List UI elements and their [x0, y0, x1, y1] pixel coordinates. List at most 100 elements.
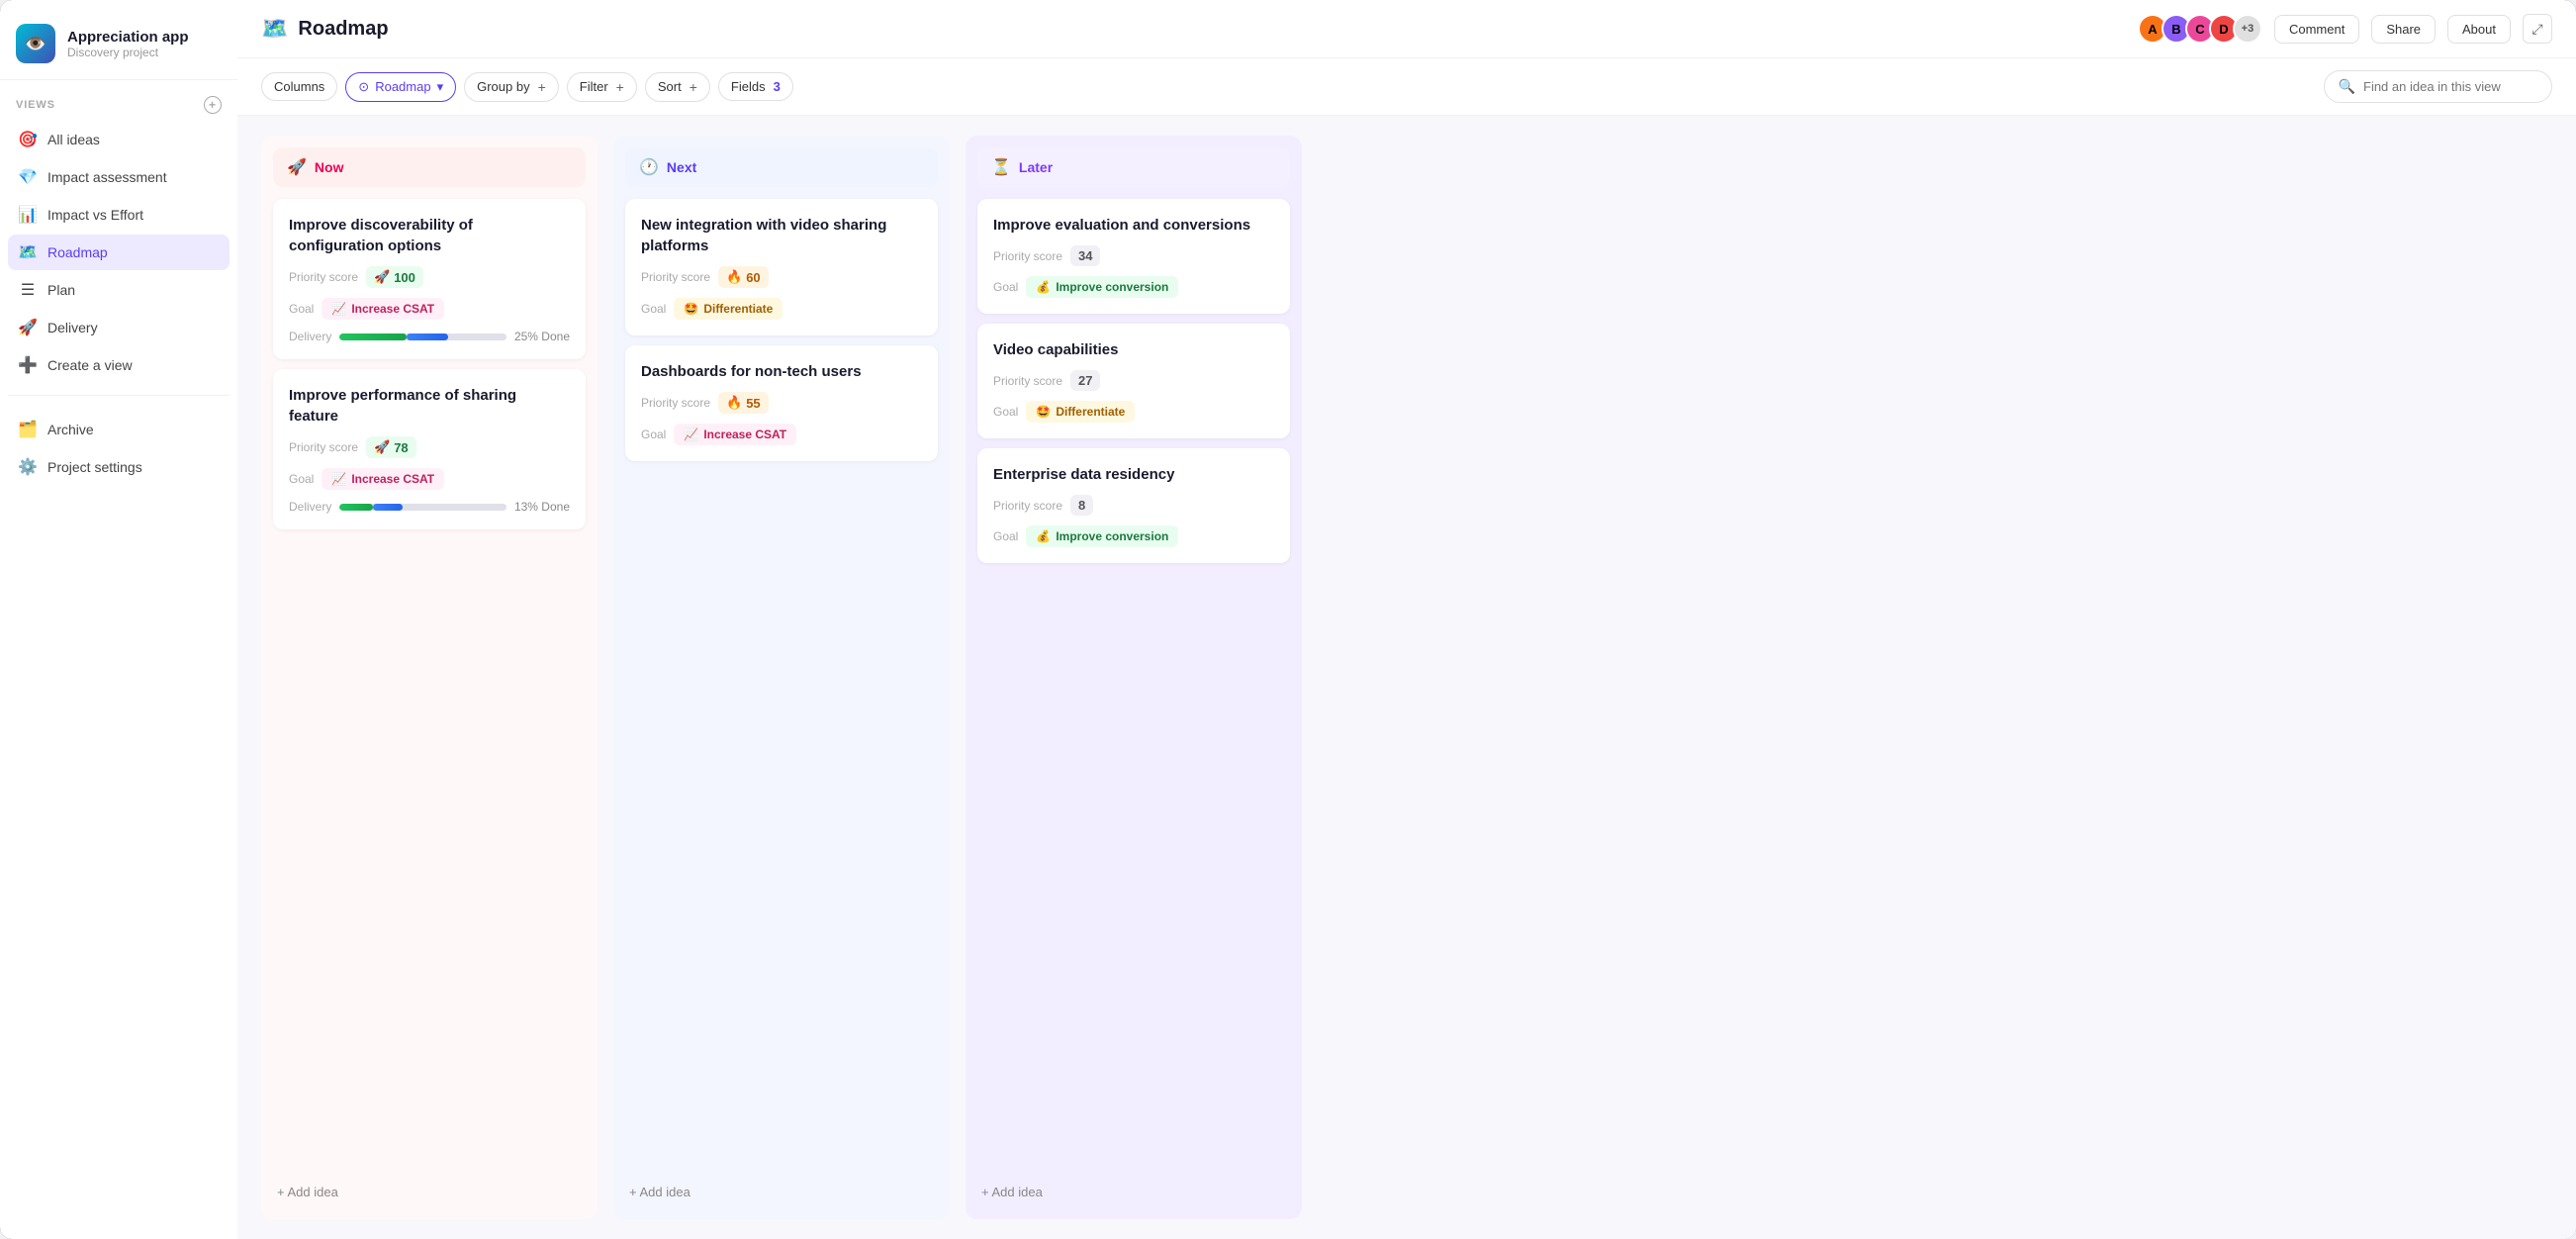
delivery-green-fill [339, 504, 373, 511]
goal-badge: 📈 Increase CSAT [322, 298, 444, 320]
sidebar-item-label: Roadmap [47, 244, 108, 260]
card-title: Dashboards for non-tech users [641, 361, 922, 382]
sort-button[interactable]: Sort + [645, 72, 710, 102]
goal-icon: 🤩 [684, 302, 698, 316]
priority-badge: 🔥 55 [718, 392, 769, 414]
columns-button[interactable]: Columns [261, 72, 337, 101]
sidebar-item-label: Create a view [47, 357, 133, 373]
card-goal-row: Goal 📈 Increase CSAT [289, 468, 570, 490]
card-title: Improve discoverability of configuration… [289, 215, 570, 256]
card-priority-row: Priority score 8 [993, 495, 1274, 516]
delivery-bar [339, 504, 506, 511]
card-evaluation[interactable]: Improve evaluation and conversions Prior… [977, 199, 1290, 314]
card-title: Improve performance of sharing feature [289, 385, 570, 427]
card-enterprise-data[interactable]: Enterprise data residency Priority score… [977, 448, 1290, 563]
add-idea-now[interactable]: + Add idea [273, 1177, 586, 1207]
column-header-later: ⏳ Later [977, 147, 1290, 187]
groupby-label: Group by [477, 79, 529, 94]
card-priority-row: Priority score 🔥 60 [641, 266, 922, 288]
search-input[interactable] [2363, 79, 2537, 94]
priority-badge: 🔥 60 [718, 266, 769, 288]
roadmap-tab-icon: ⊙ [358, 79, 369, 95]
comment-button[interactable]: Comment [2274, 15, 2359, 44]
priority-badge: 🚀 100 [366, 266, 423, 288]
plan-icon: ☰ [18, 280, 38, 300]
goal-text: Differentiate [1056, 405, 1125, 419]
next-cards-list: New integration with video sharing platf… [625, 199, 938, 1165]
roadmap-tab[interactable]: ⊙ Roadmap ▾ [345, 72, 456, 102]
goal-icon: 💰 [1036, 529, 1051, 543]
filter-plus-icon: + [616, 79, 624, 95]
priority-value: 27 [1078, 373, 1092, 388]
main-content: 🗺️ Roadmap A B C D +3 Comment Share Abou… [237, 0, 2576, 1239]
card-dashboards[interactable]: Dashboards for non-tech users Priority s… [625, 345, 938, 461]
filter-label: Filter [580, 79, 608, 94]
sidebar-item-impact-assessment[interactable]: 💎 Impact assessment [8, 159, 230, 195]
sidebar-item-create-view[interactable]: ➕ Create a view [8, 347, 230, 383]
about-button[interactable]: About [2447, 15, 2511, 44]
delivery-row: Delivery 25% Done [289, 330, 570, 343]
priority-value: 60 [746, 270, 760, 285]
delivery-icon: 🚀 [18, 318, 38, 337]
sidebar: 👁️ Appreciation app Discovery project VI… [0, 0, 237, 1239]
card-goal-row: Goal 💰 Improve conversion [993, 525, 1274, 547]
toolbar: Columns ⊙ Roadmap ▾ Group by + Filter + … [237, 58, 2576, 116]
card-video-capabilities[interactable]: Video capabilities Priority score 27 Goa… [977, 324, 1290, 438]
views-label: VIEWS + [0, 80, 237, 122]
expand-button[interactable]: ⤢ [2523, 14, 2552, 44]
sidebar-item-all-ideas[interactable]: 🎯 All ideas [8, 122, 230, 157]
card-goal-row: Goal 📈 Increase CSAT [289, 298, 570, 320]
priority-icon: 🔥 [726, 395, 742, 411]
priority-label: Priority score [993, 499, 1062, 513]
sidebar-item-delivery[interactable]: 🚀 Delivery [8, 310, 230, 345]
sidebar-item-roadmap[interactable]: 🗺️ Roadmap [8, 235, 230, 270]
groupby-button[interactable]: Group by + [464, 72, 559, 102]
topbar: 🗺️ Roadmap A B C D +3 Comment Share Abou… [237, 0, 2576, 58]
fields-button[interactable]: Fields 3 [718, 72, 793, 101]
card-priority-row: Priority score 27 [993, 370, 1274, 391]
card-priority-row: Priority score 🚀 100 [289, 266, 570, 288]
sidebar-item-label: Plan [47, 282, 75, 298]
priority-value: 8 [1078, 498, 1085, 513]
priority-badge: 34 [1070, 245, 1100, 266]
archive-icon: 🗂️ [18, 420, 38, 439]
card-goal-row: Goal 📈 Increase CSAT [641, 424, 922, 445]
topbar-right: A B C D +3 Comment Share About ⤢ [2138, 14, 2552, 44]
sidebar-bottom: 🗂️ Archive ⚙️ Project settings [0, 412, 237, 485]
add-idea-later[interactable]: + Add idea [977, 1177, 1290, 1207]
delivery-label: Delivery [289, 500, 331, 514]
priority-label: Priority score [641, 270, 710, 284]
card-video-integration[interactable]: New integration with video sharing platf… [625, 199, 938, 335]
avatar-extra-count: +3 [2233, 14, 2262, 44]
column-later: ⏳ Later Improve evaluation and conversio… [966, 136, 1302, 1219]
goal-badge: 💰 Improve conversion [1026, 525, 1178, 547]
goal-label: Goal [289, 302, 314, 316]
priority-icon: 🚀 [374, 269, 390, 285]
priority-value: 78 [394, 440, 408, 455]
card-title: New integration with video sharing platf… [641, 215, 922, 256]
add-view-button[interactable]: + [204, 96, 222, 114]
delivery-green-fill [339, 334, 406, 340]
app-logo: 👁️ [16, 24, 55, 63]
share-button[interactable]: Share [2371, 15, 2436, 44]
topbar-left: 🗺️ Roadmap [261, 16, 389, 42]
sidebar-item-plan[interactable]: ☰ Plan [8, 272, 230, 308]
groupby-plus-icon: + [538, 79, 546, 95]
now-icon: 🚀 [287, 157, 307, 177]
add-idea-next[interactable]: + Add idea [625, 1177, 938, 1207]
column-label-later: Later [1019, 159, 1053, 175]
filter-button[interactable]: Filter + [567, 72, 637, 102]
goal-label: Goal [993, 280, 1018, 294]
sidebar-item-project-settings[interactable]: ⚙️ Project settings [8, 449, 230, 485]
sidebar-item-archive[interactable]: 🗂️ Archive [8, 412, 230, 447]
card-discoverability[interactable]: Improve discoverability of configuration… [273, 199, 586, 359]
goal-text: Increase CSAT [703, 428, 786, 441]
priority-value: 34 [1078, 248, 1092, 263]
priority-label: Priority score [993, 374, 1062, 388]
priority-value: 55 [746, 396, 760, 411]
card-sharing-performance[interactable]: Improve performance of sharing feature P… [273, 369, 586, 529]
card-title: Enterprise data residency [993, 464, 1274, 485]
card-goal-row: Goal 💰 Improve conversion [993, 276, 1274, 298]
goal-badge: 📈 Increase CSAT [674, 424, 796, 445]
sidebar-item-impact-vs-effort[interactable]: 📊 Impact vs Effort [8, 197, 230, 233]
